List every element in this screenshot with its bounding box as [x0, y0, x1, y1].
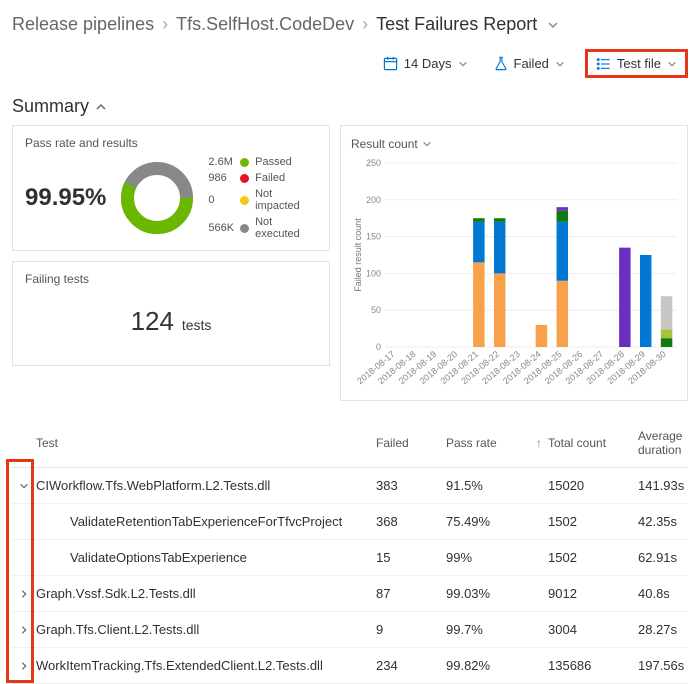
- test-name: WorkItemTracking.Tfs.ExtendedClient.L2.T…: [36, 658, 376, 673]
- failed-count: 9: [376, 622, 446, 637]
- failed-count: 234: [376, 658, 446, 673]
- col-total[interactable]: Total count: [548, 436, 638, 450]
- svg-text:100: 100: [366, 268, 381, 278]
- resultcount-card: Result count 0 50 100 150 200 250 Failed resul…: [340, 125, 688, 401]
- avg-duration: 42.35s: [638, 514, 688, 529]
- legend-dot: [240, 174, 249, 183]
- total-count: 3004: [548, 622, 638, 637]
- legend-dot: [240, 196, 249, 205]
- pass-rate: 99.03%: [446, 586, 536, 601]
- sort-arrow-icon[interactable]: ↑: [536, 436, 548, 450]
- chevron-up-icon: [95, 101, 107, 113]
- chevron-down-icon: [458, 59, 468, 69]
- col-test[interactable]: Test: [36, 436, 376, 450]
- table-row[interactable]: CIWorkflow.Tfs.WebPlatform.L2.Tests.dll3…: [12, 468, 688, 504]
- breadcrumb-mid[interactable]: Tfs.SelfHost.CodeDev: [176, 14, 354, 35]
- chevron-down-icon: [422, 139, 432, 149]
- chevron-down-icon: [555, 59, 565, 69]
- filter-outcome-label: Failed: [514, 56, 549, 71]
- filter-outcome[interactable]: Failed: [488, 52, 571, 75]
- legend-label: Failed: [255, 172, 317, 184]
- filter-bar: 14 Days Failed Test file: [12, 49, 688, 78]
- failing-card: Failing tests 124 tests: [12, 261, 330, 366]
- avg-duration: 62.91s: [638, 550, 688, 565]
- passrate-title: Pass rate and results: [25, 136, 317, 150]
- passrate-donut: [118, 159, 196, 237]
- test-name: Graph.Vssf.Sdk.L2.Tests.dll: [36, 586, 376, 601]
- filter-days[interactable]: 14 Days: [377, 52, 474, 75]
- test-name: ValidateOptionsTabExperience: [36, 550, 376, 565]
- filter-days-label: 14 Days: [404, 56, 452, 71]
- summary-heading[interactable]: Summary: [12, 96, 688, 117]
- table-row[interactable]: Graph.Vssf.Sdk.L2.Tests.dll8799.03% 90124…: [12, 576, 688, 612]
- table-row[interactable]: ValidateOptionsTabExperience1599% 150262.…: [12, 540, 688, 576]
- avg-duration: 197.56s: [638, 658, 688, 673]
- passrate-value: 99.95%: [25, 184, 106, 212]
- total-count: 135686: [548, 658, 638, 673]
- pass-rate: 91.5%: [446, 478, 536, 493]
- legend-label: Not executed: [255, 216, 317, 240]
- pass-rate: 99%: [446, 550, 536, 565]
- passrate-legend: 2.6M Passed 986 Failed 0 Not impacted 566K Not …: [208, 156, 317, 240]
- group-icon: [596, 57, 611, 71]
- col-passrate[interactable]: Pass rate: [446, 436, 536, 450]
- svg-text:250: 250: [366, 158, 381, 168]
- legend-count: 986: [208, 172, 234, 184]
- failing-title: Failing tests: [25, 272, 317, 286]
- chevron-down-icon[interactable]: [547, 19, 559, 31]
- breadcrumb-sep: ›: [362, 14, 368, 35]
- failed-count: 383: [376, 478, 446, 493]
- legend-dot: [240, 158, 249, 167]
- svg-text:50: 50: [371, 305, 381, 315]
- avg-duration: 141.93s: [638, 478, 688, 493]
- test-name: CIWorkflow.Tfs.WebPlatform.L2.Tests.dll: [36, 478, 376, 493]
- total-count: 1502: [548, 550, 638, 565]
- resultcount-chart: 050100150200250Failed result count2018-0…: [351, 157, 681, 393]
- failing-count: 124: [131, 306, 174, 336]
- legend-count: 0: [208, 194, 234, 206]
- passrate-card: Pass rate and results 99.95% 2.6M Passed 9…: [12, 125, 330, 251]
- legend-count: 566K: [208, 222, 234, 234]
- pass-rate: 99.82%: [446, 658, 536, 673]
- col-avg[interactable]: Average duration: [638, 429, 688, 457]
- failed-count: 87: [376, 586, 446, 601]
- breadcrumb-sep: ›: [162, 14, 168, 35]
- total-count: 15020: [548, 478, 638, 493]
- breadcrumb-leaf[interactable]: Test Failures Report: [376, 14, 537, 35]
- legend-count: 2.6M: [208, 156, 234, 168]
- pass-rate: 99.7%: [446, 622, 536, 637]
- breadcrumb: Release pipelines › Tfs.SelfHost.CodeDev…: [12, 14, 688, 35]
- svg-text:0: 0: [376, 342, 381, 352]
- legend-label: Not impacted: [255, 188, 317, 212]
- test-table: Test Failed Pass rate ↑ Total count Aver…: [12, 419, 688, 684]
- expand-column-highlight: [6, 459, 34, 683]
- summary-label: Summary: [12, 96, 89, 117]
- beaker-icon: [494, 56, 508, 71]
- table-header: Test Failed Pass rate ↑ Total count Aver…: [12, 419, 688, 468]
- filter-groupby[interactable]: Test file: [585, 49, 688, 78]
- test-name: ValidateRetentionTabExperienceForTfvcPro…: [36, 514, 376, 529]
- legend-dot: [240, 224, 249, 233]
- svg-text:Failed result count: Failed result count: [353, 218, 363, 292]
- failed-count: 15: [376, 550, 446, 565]
- col-failed[interactable]: Failed: [376, 436, 446, 450]
- avg-duration: 28.27s: [638, 622, 688, 637]
- svg-text:150: 150: [366, 232, 381, 242]
- table-row[interactable]: ValidateRetentionTabExperienceForTfvcPro…: [12, 504, 688, 540]
- chevron-down-icon: [667, 59, 677, 69]
- total-count: 9012: [548, 586, 638, 601]
- breadcrumb-root[interactable]: Release pipelines: [12, 14, 154, 35]
- pass-rate: 75.49%: [446, 514, 536, 529]
- failed-count: 368: [376, 514, 446, 529]
- calendar-icon: [383, 56, 398, 71]
- failing-unit: tests: [182, 317, 212, 333]
- test-name: Graph.Tfs.Client.L2.Tests.dll: [36, 622, 376, 637]
- table-row[interactable]: Graph.Tfs.Client.L2.Tests.dll999.7% 30042…: [12, 612, 688, 648]
- total-count: 1502: [548, 514, 638, 529]
- svg-text:200: 200: [366, 195, 381, 205]
- avg-duration: 40.8s: [638, 586, 688, 601]
- filter-groupby-label: Test file: [617, 56, 661, 71]
- legend-label: Passed: [255, 156, 317, 168]
- resultcount-title[interactable]: Result count: [351, 137, 432, 151]
